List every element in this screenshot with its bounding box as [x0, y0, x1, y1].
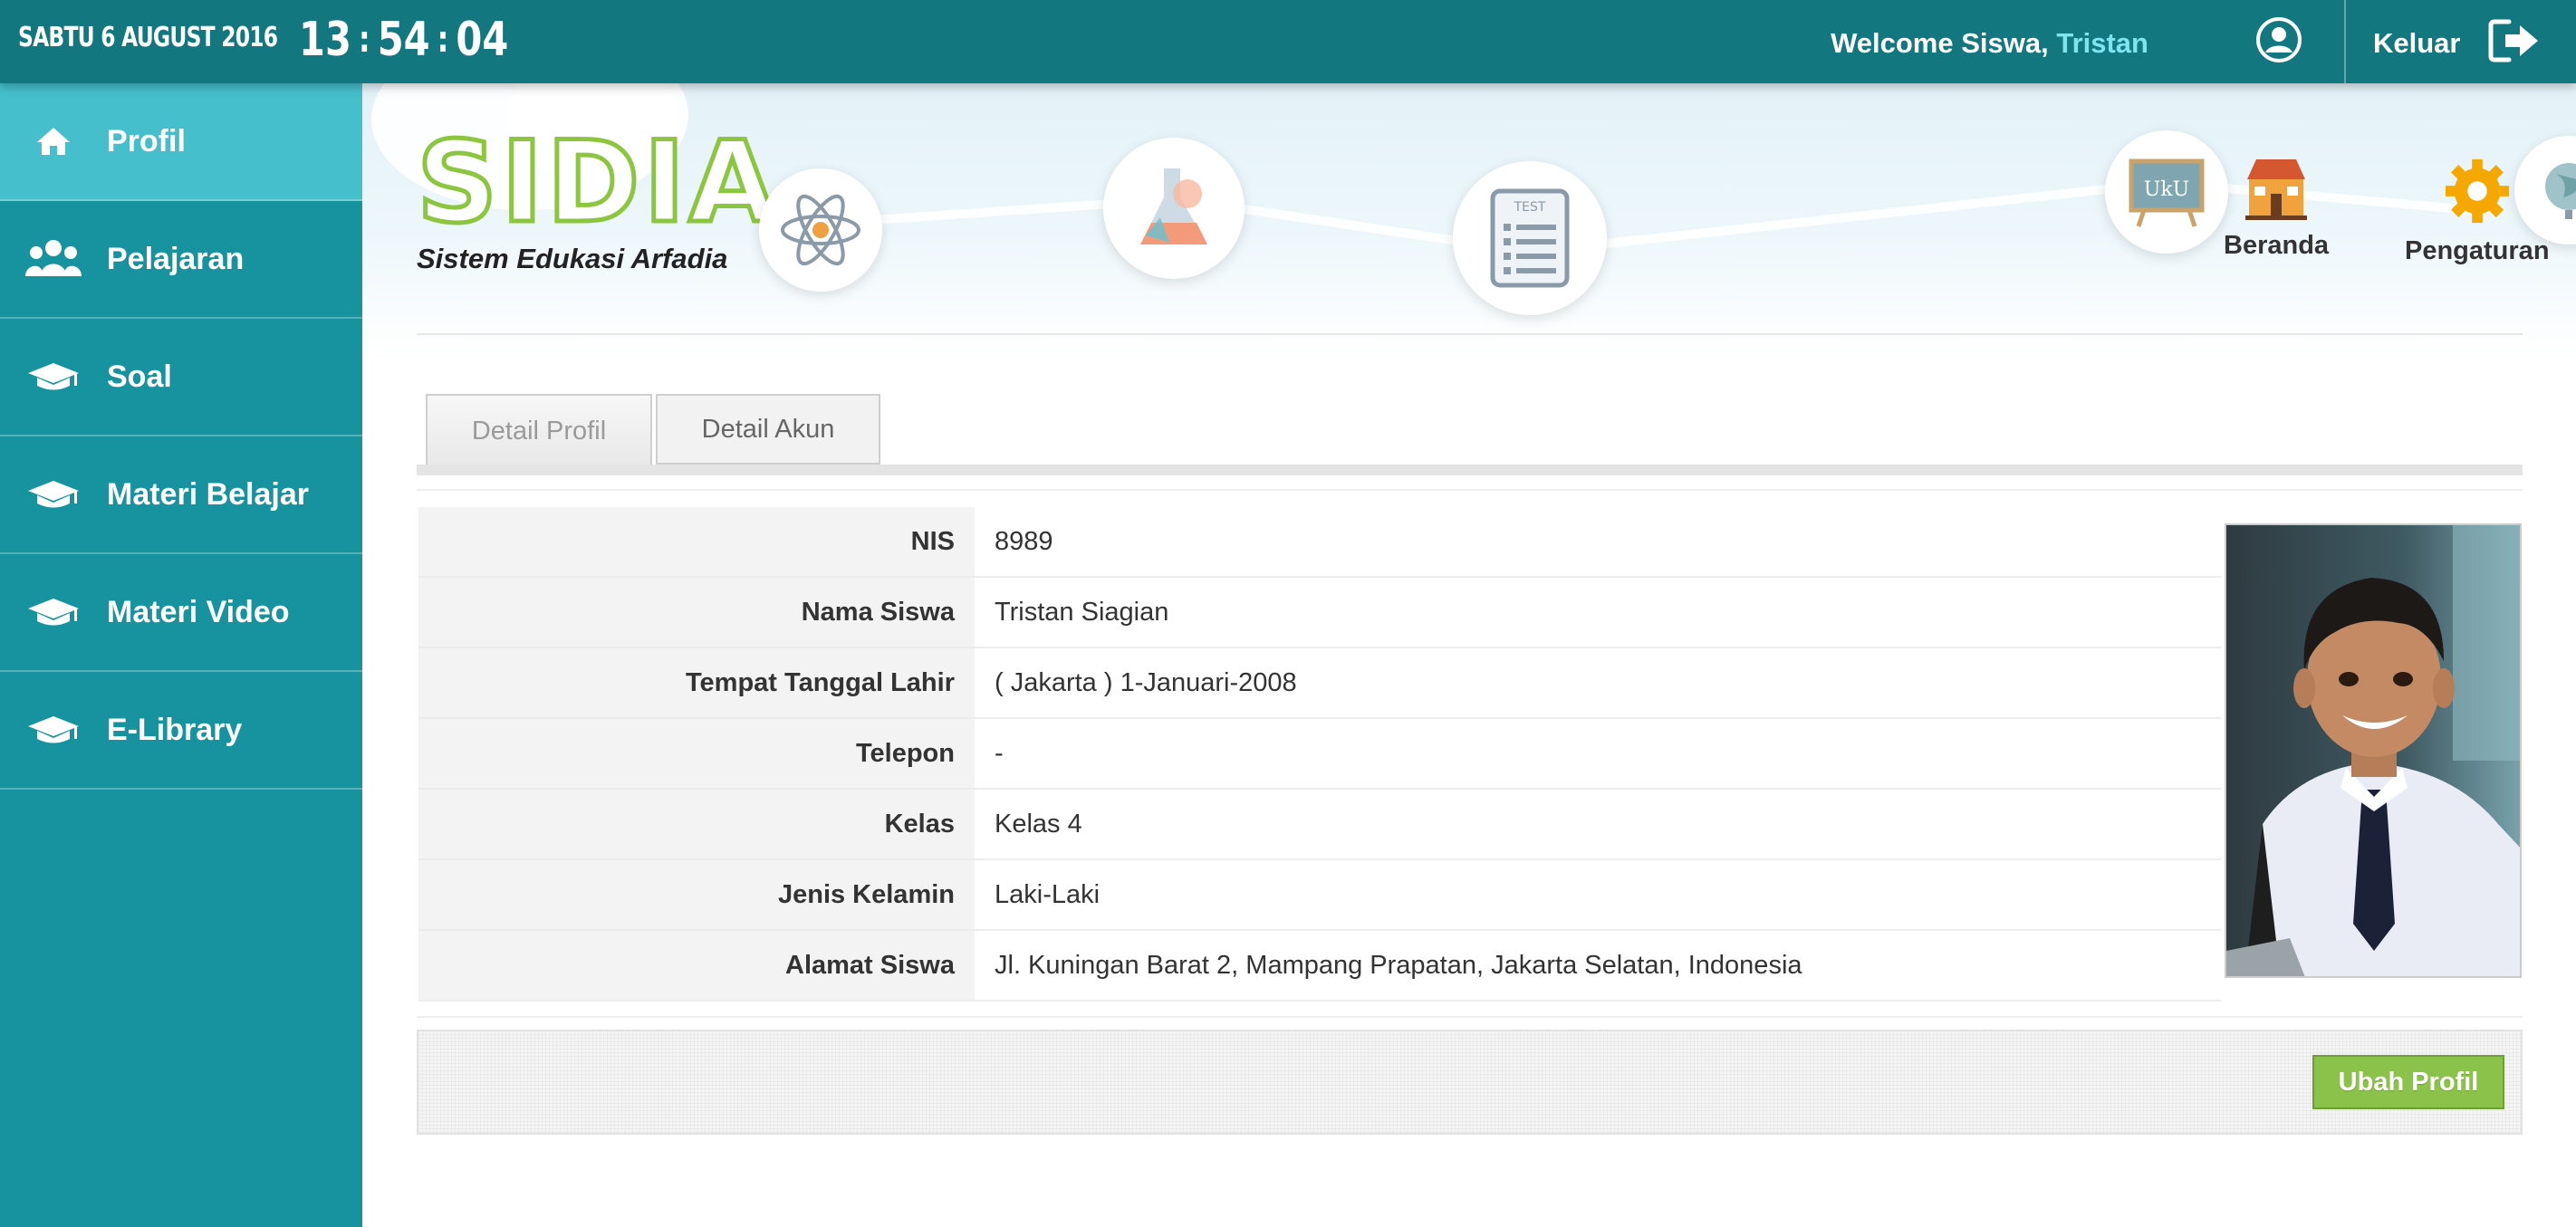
sidebar-item-materi-video[interactable]: Materi Video: [0, 554, 362, 672]
field-value: 8989: [975, 507, 2221, 576]
tab-detail-profil[interactable]: Detail Profil: [426, 394, 652, 466]
field-label: Nama Siswa: [418, 578, 975, 647]
sidebar-item-label: Profil: [107, 123, 186, 158]
school-house-icon: [2240, 156, 2312, 225]
table-row: Kelas Kelas 4: [418, 790, 2221, 860]
sidebar-item-materi-belajar[interactable]: Materi Belajar: [0, 436, 362, 554]
tab-detail-akun[interactable]: Detail Akun: [656, 394, 880, 465]
sidebar-item-profil[interactable]: Profil: [0, 83, 362, 201]
users-icon: [0, 236, 107, 282]
welcome-prefix: Welcome Siswa,: [1831, 27, 2049, 59]
table-row: Alamat Siswa Jl. Kuningan Barat 2, Mampa…: [418, 931, 2221, 1002]
form-actions-bar: Ubah Profil: [417, 1030, 2523, 1135]
test-sheet-icon: TEST: [1453, 161, 1607, 315]
field-label: Tempat Tanggal Lahir: [418, 648, 975, 717]
table-row: NIS 8989: [418, 507, 2221, 578]
logo-subtitle: Sistem Edukasi Arfadia: [417, 243, 728, 274]
graduation-cap-icon: [0, 597, 107, 628]
graduation-cap-icon: [0, 479, 107, 510]
svg-text:TEST: TEST: [1514, 200, 1546, 215]
nav-beranda-label: Beranda: [2224, 231, 2330, 260]
sidebar-item-label: Pelajaran: [107, 241, 245, 276]
field-label: Kelas: [418, 790, 975, 858]
graduation-cap-icon: [0, 714, 107, 745]
clock-separator: :: [358, 19, 370, 61]
table-row: Nama Siswa Tristan Siagian: [418, 578, 2221, 648]
field-value: Jl. Kuningan Barat 2, Mampang Prapatan, …: [975, 931, 2221, 1000]
home-icon: [0, 126, 107, 157]
field-value: Tristan Siagian: [975, 578, 2221, 647]
table-row: Tempat Tanggal Lahir ( Jakarta ) 1-Janua…: [418, 648, 2221, 719]
sidebar: Profil Pelajaran Soal Materi Belajar Mat…: [0, 83, 362, 1227]
flask-icon: [1103, 138, 1245, 279]
field-label: Telepon: [418, 719, 975, 788]
clock-minutes: 54: [377, 13, 430, 67]
sidebar-item-pelajaran[interactable]: Pelajaran: [0, 201, 362, 319]
current-date: SABTU 6 AUGUST 2016: [18, 22, 278, 53]
divider: [417, 489, 2523, 491]
field-value: -: [975, 719, 2221, 788]
field-value: Kelas 4: [975, 790, 2221, 858]
sidebar-item-label: Materi Belajar: [107, 476, 309, 512]
student-photo: [2225, 523, 2522, 978]
sidebar-item-label: Soal: [107, 359, 172, 394]
chalkboard-icon: UkU: [2105, 130, 2228, 254]
clock-separator: :: [437, 19, 449, 61]
clock-seconds: 04: [456, 13, 509, 67]
tab-underline: [417, 465, 2523, 475]
sidebar-item-label: Materi Video: [107, 594, 290, 629]
topbar-divider: [2344, 0, 2346, 83]
logout-link[interactable]: Keluar: [2373, 27, 2460, 60]
table-row: Telepon -: [418, 719, 2221, 790]
sidebar-item-label: E-Library: [107, 712, 243, 747]
atom-icon: [759, 168, 882, 292]
field-label: Alamat Siswa: [418, 931, 975, 1000]
table-row: Jenis Kelamin Laki-Laki: [418, 860, 2221, 931]
user-name[interactable]: Tristan: [2056, 27, 2148, 59]
edit-profile-button[interactable]: Ubah Profil: [2312, 1055, 2504, 1109]
sign-out-icon[interactable]: [2487, 16, 2542, 65]
field-value: ( Jakarta ) 1-Januari-2008: [975, 648, 2221, 717]
logo-text: SIDIA: [414, 118, 780, 248]
divider: [417, 1016, 2523, 1018]
field-label: NIS: [418, 507, 975, 576]
nav-pengaturan[interactable]: Pengaturan: [2405, 156, 2550, 266]
divider: [417, 333, 2523, 335]
clock: 13:54:04: [299, 13, 508, 67]
sidebar-item-soal[interactable]: Soal: [0, 319, 362, 436]
nav-beranda[interactable]: Beranda: [2224, 156, 2329, 261]
user-circle-icon[interactable]: [2255, 16, 2302, 63]
welcome-message: Welcome Siswa, Tristan: [1831, 27, 2148, 60]
profile-table: NIS 8989 Nama Siswa Tristan Siagian Temp…: [418, 507, 2221, 1002]
sidebar-item-e-library[interactable]: E-Library: [0, 672, 362, 790]
field-value: Laki-Laki: [975, 860, 2221, 929]
nav-pengaturan-label: Pengaturan: [2405, 236, 2550, 265]
sidia-logo[interactable]: SIDIA Sistem Edukasi Arfadia: [414, 118, 780, 275]
svg-text:UkU: UkU: [2144, 178, 2189, 201]
gear-icon: [2441, 156, 2514, 231]
clock-hours: 13: [299, 13, 351, 67]
field-label: Jenis Kelamin: [418, 860, 975, 929]
graduation-cap-icon: [0, 361, 107, 392]
top-bar: SABTU 6 AUGUST 2016 13:54:04 Welcome Sis…: [0, 0, 2576, 83]
